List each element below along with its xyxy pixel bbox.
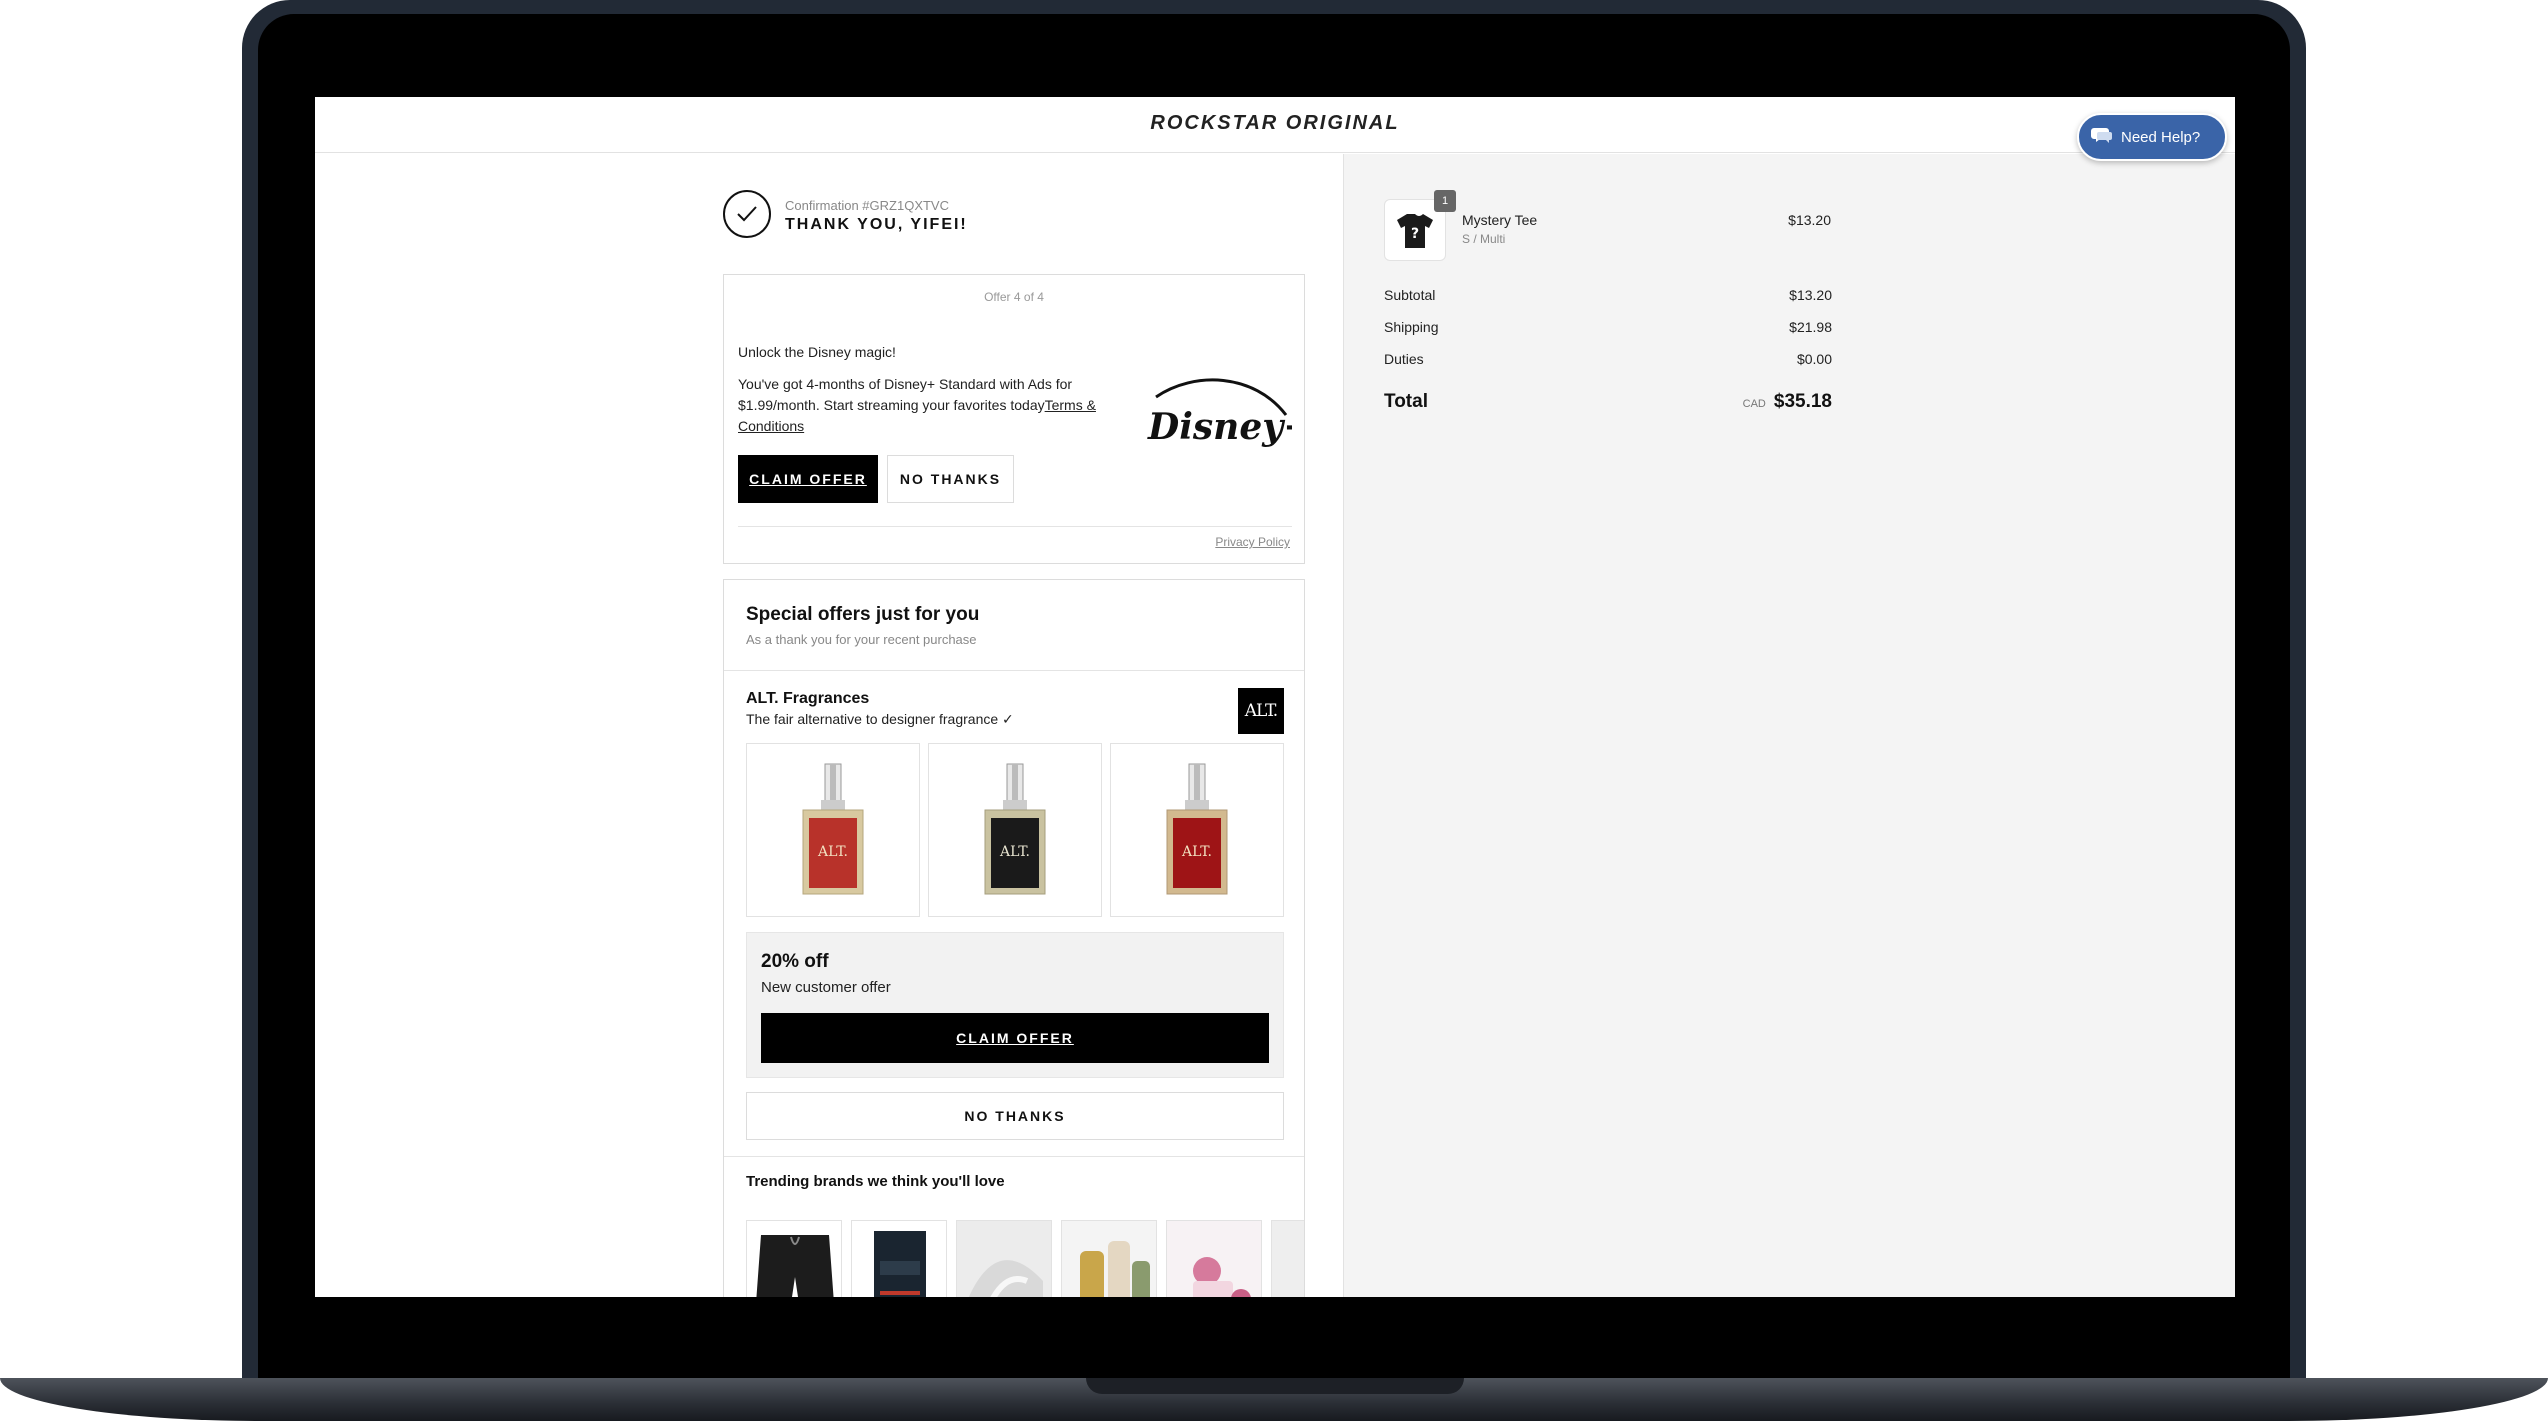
svg-text:ALT.: ALT.	[817, 844, 848, 860]
offer-body: You've got 4-months of Disney+ Standard …	[738, 374, 1148, 437]
main-column: Confirmation #GRZ1QXTVC THANK YOU, YIFEI…	[315, 154, 1343, 1297]
shorts-image	[756, 1235, 834, 1297]
shipping-label: Shipping	[1384, 319, 1439, 335]
body-care-bottles-image	[1080, 1241, 1150, 1297]
total-label: Total	[1384, 391, 1428, 412]
special-offers-subtitle: As a thank you for your recent purchase	[746, 632, 977, 647]
cosmetics-image	[1193, 1257, 1251, 1297]
subtotal-label: Subtotal	[1384, 287, 1436, 303]
thank-you-heading: THANK YOU, YIFEI!	[785, 216, 968, 233]
special-offers-card: Special offers just for you As a thank y…	[723, 579, 1305, 1297]
discount-subtitle: New customer offer	[761, 979, 891, 996]
product-tile[interactable]: ALT.	[746, 743, 920, 917]
need-help-button[interactable]: Need Help?	[2077, 113, 2227, 161]
alt-claim-offer-button[interactable]: CLAIM OFFER	[761, 1013, 1269, 1063]
supplement-bag-image	[874, 1231, 926, 1297]
item-variant: S / Multi	[1462, 232, 1506, 246]
svg-text:?: ?	[1411, 226, 1419, 242]
confirmation-number: Confirmation #GRZ1QXTVC	[785, 198, 949, 213]
laptop-hinge-notch	[1086, 1378, 1464, 1394]
offer-divider	[738, 526, 1292, 527]
trending-brand-tile[interactable]	[1061, 1220, 1157, 1297]
duties-value: $0.00	[1796, 351, 1832, 367]
shipping-row: Shipping $21.98	[1384, 319, 1832, 335]
need-help-label: Need Help?	[2121, 128, 2201, 146]
check-circle-icon	[723, 190, 771, 238]
product-tile[interactable]: ALT.	[1110, 743, 1284, 917]
duties-row: Duties $0.00	[1384, 351, 1832, 367]
alt-brand-logo: ALT.	[1238, 688, 1284, 734]
disney-plus-logo: Disney+	[1144, 371, 1313, 457]
offer-body-text: You've got 4-months of Disney+ Standard …	[738, 376, 1073, 413]
brand-logo[interactable]: ROCKSTAR ORIGINAL	[1125, 112, 1425, 135]
item-name: Mystery Tee	[1462, 212, 1538, 228]
disney-no-thanks-button[interactable]: NO THANKS	[887, 455, 1014, 503]
special-offers-title: Special offers just for you	[746, 604, 980, 625]
trending-brand-tile[interactable]	[1166, 1220, 1262, 1297]
quantity-badge: 1	[1434, 190, 1456, 212]
offer-counter: Offer 4 of 4	[984, 290, 1044, 304]
duties-label: Duties	[1384, 351, 1424, 367]
brand-tagline: The fair alternative to designer fragran…	[746, 711, 1014, 727]
trending-brand-tile[interactable]	[956, 1220, 1052, 1297]
divider	[724, 670, 1304, 671]
shipping-value: $21.98	[1789, 319, 1832, 335]
perfume-bottle-icon: ALT.	[802, 763, 864, 895]
disney-claim-offer-button[interactable]: CLAIM OFFER	[738, 455, 878, 503]
trending-brand-tile[interactable]	[851, 1220, 947, 1297]
privacy-policy-link[interactable]: Privacy Policy	[1215, 535, 1290, 549]
svg-text:Disney+: Disney+	[1147, 406, 1292, 448]
bedding-image	[968, 1260, 1043, 1297]
perfume-bottle-icon: ALT.	[1166, 763, 1228, 895]
subtotal-row: Subtotal $13.20	[1384, 287, 1832, 303]
item-price: $13.20	[1788, 212, 1831, 228]
browser-screen: ROCKSTAR ORIGINAL Need Help? Confirmatio…	[315, 97, 2235, 1297]
subtotal-value: $13.20	[1789, 287, 1832, 303]
discount-box: 20% off New customer offer CLAIM OFFER	[746, 932, 1284, 1078]
alt-no-thanks-button[interactable]: NO THANKS	[746, 1092, 1284, 1140]
order-summary: ? 1 Mystery Tee S / Multi $13.20 Subtota…	[1343, 154, 2235, 1297]
offer-headline: Unlock the Disney magic!	[738, 344, 896, 360]
brand-name: ALT. Fragrances	[746, 690, 870, 707]
total-row: Total CAD $35.18	[1384, 391, 1832, 413]
disney-offer-card: Offer 4 of 4 Unlock the Disney magic! Yo…	[723, 274, 1313, 564]
trending-brands-title: Trending brands we think you'll love	[746, 1173, 1005, 1190]
svg-text:ALT.: ALT.	[1181, 844, 1212, 860]
trending-brand-tile[interactable]	[1271, 1220, 1304, 1297]
discount-title: 20% off	[761, 951, 829, 972]
divider	[724, 1156, 1304, 1157]
perfume-bottle-icon: ALT.	[984, 763, 1046, 895]
page-header: ROCKSTAR ORIGINAL	[315, 97, 2235, 153]
chat-icon	[2091, 126, 2113, 148]
total-value: $35.18	[1773, 391, 1832, 412]
tshirt-icon: ?	[1397, 214, 1433, 248]
trending-brand-tile[interactable]	[746, 1220, 842, 1297]
product-tile[interactable]: ALT.	[928, 743, 1102, 917]
svg-text:ALT.: ALT.	[999, 844, 1030, 860]
total-currency: CAD	[1742, 398, 1766, 410]
total-amount: CAD $35.18	[1743, 391, 1832, 413]
